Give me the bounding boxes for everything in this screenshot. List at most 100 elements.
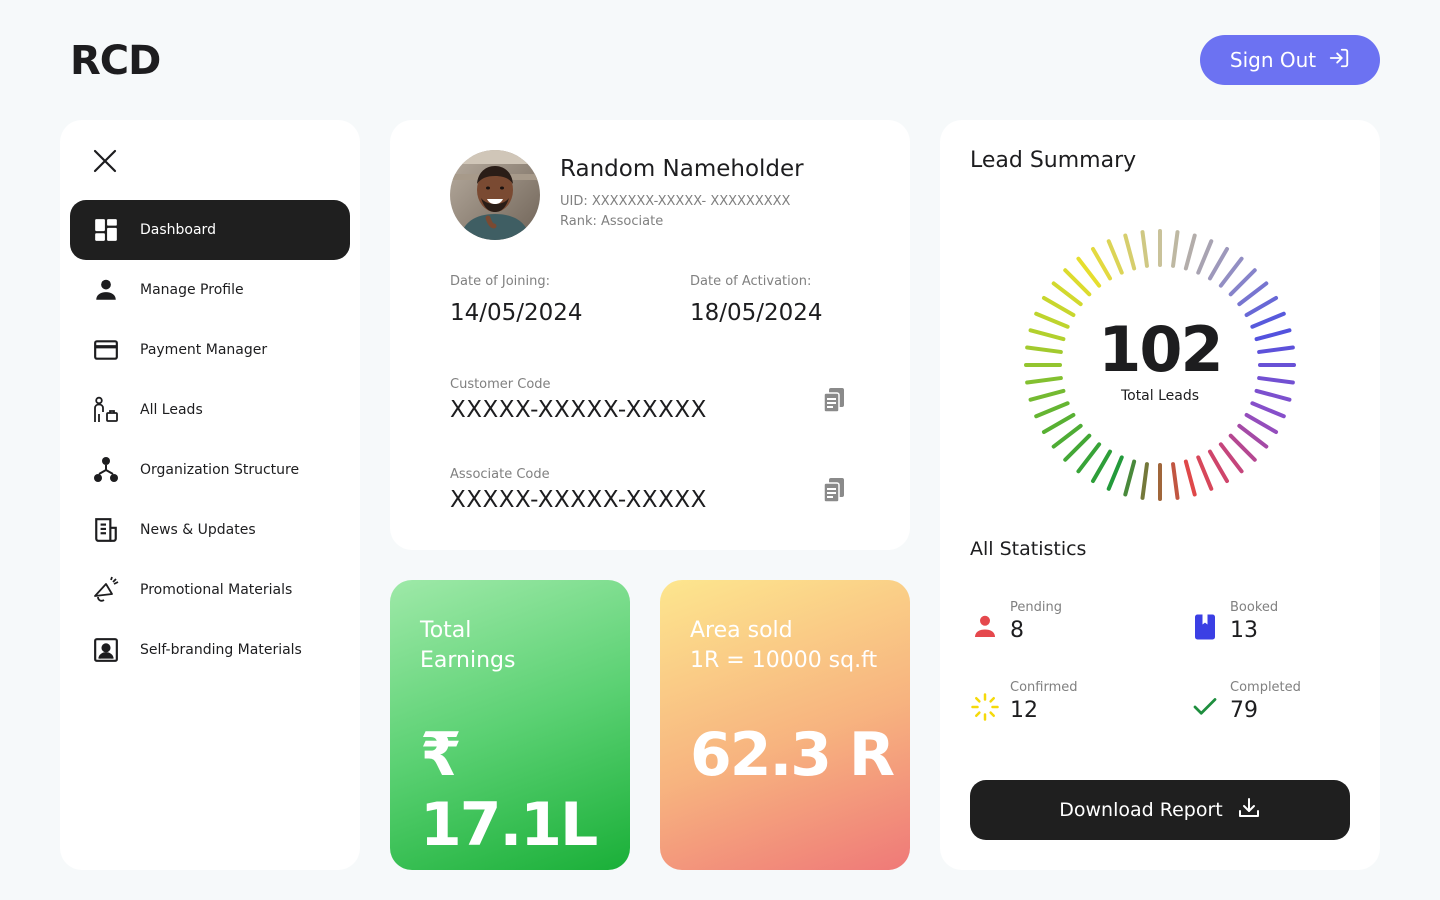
sidebar-item-all-leads[interactable]: All Leads [70, 380, 350, 440]
gauge-tick [1091, 449, 1112, 484]
customer-code-value: XXXXX-XXXXX-XXXXX [450, 397, 707, 423]
sidebar-item-label: All Leads [140, 402, 203, 418]
gauge-tick [1237, 423, 1269, 449]
sidebar-item-promotional-materials[interactable]: Promotional Materials [70, 560, 350, 620]
stat-completed: Completed 79 [1190, 680, 1370, 730]
gauge-tick [1106, 455, 1124, 491]
sign-out-label: Sign Out [1229, 48, 1317, 72]
gauge-tick [1051, 281, 1083, 307]
profile-name: Random Nameholder [560, 156, 804, 182]
gauge-tick [1237, 281, 1269, 307]
gauge-tick [1076, 256, 1102, 288]
gauge-tick [1106, 239, 1124, 275]
copy-icon[interactable] [820, 385, 850, 415]
gauge-tick [1196, 239, 1214, 275]
area-sold-value: 62.3 R [690, 720, 895, 790]
sidebar-item-label: Organization Structure [140, 462, 300, 478]
gauge-tick [1228, 268, 1257, 297]
stat-booked: Booked 13 [1190, 600, 1370, 650]
gauge-tick [1051, 423, 1083, 449]
person-icon [92, 276, 120, 304]
area-sold-card: Area sold 1R = 10000 sq.ft 62.3 R [660, 580, 910, 870]
sidebar-item-label: Manage Profile [140, 282, 244, 298]
gauge-tick [1244, 413, 1279, 434]
gauge-tick [1140, 230, 1149, 268]
download-report-button[interactable]: Download Report [970, 780, 1350, 840]
associate-code-value: XXXXX-XXXXX-XXXXX [450, 487, 707, 513]
stat-value: 12 [1010, 698, 1038, 723]
gauge-tick [1196, 455, 1214, 491]
credit-card-icon [92, 336, 120, 364]
associate-code-label: Associate Code [450, 467, 550, 482]
copy-icon[interactable] [820, 475, 850, 505]
profile-rank: Rank: Associate [560, 214, 664, 229]
stat-value: 79 [1230, 698, 1258, 723]
gauge-tick [1171, 462, 1180, 500]
total-earnings-title: Total Earnings [420, 618, 516, 673]
stat-label: Confirmed [1010, 680, 1078, 695]
gauge-tick [1171, 230, 1180, 268]
stat-label: Completed [1230, 680, 1301, 695]
app-logo: RCD [70, 38, 161, 84]
stat-label: Booked [1230, 600, 1279, 615]
profile-card: Random Nameholder UID: XXXXXXX-XXXXX- XX… [390, 120, 910, 550]
sidebar-item-manage-profile[interactable]: Manage Profile [70, 260, 350, 320]
gauge-tick [1218, 442, 1244, 474]
gauge-tick [1183, 233, 1197, 271]
sidebar-item-self-branding-materials[interactable]: Self-branding Materials [70, 620, 350, 680]
loading-sparkle-icon [970, 692, 1000, 722]
gauge-tick [1140, 462, 1149, 500]
all-statistics-title: All Statistics [970, 538, 1087, 560]
stat-label: Pending [1010, 600, 1062, 615]
activation-date-label: Date of Activation: [690, 274, 812, 289]
profile-uid: UID: XXXXXXX-XXXXX- XXXXXXXXX [560, 194, 791, 209]
sidebar-item-label: Promotional Materials [140, 582, 293, 598]
news-icon [92, 516, 120, 544]
sidebar: Dashboard Manage Profile Payment Manager… [60, 120, 360, 870]
sign-in-arrow-icon [1328, 47, 1350, 74]
joining-date-value: 14/05/2024 [450, 300, 583, 326]
gauge-tick [1218, 256, 1244, 288]
activation-date-value: 18/05/2024 [690, 300, 823, 326]
total-earnings-value: ₹ 17.1L [420, 720, 598, 860]
gauge-tick [1091, 246, 1112, 281]
leads-icon [92, 396, 120, 424]
person-icon [970, 612, 1000, 642]
download-report-label: Download Report [1059, 799, 1223, 821]
stat-confirmed: Confirmed 12 [970, 680, 1150, 730]
gauge-tick [1041, 413, 1076, 434]
sidebar-item-label: Self-branding Materials [140, 642, 302, 658]
sidebar-nav: Dashboard Manage Profile Payment Manager… [70, 200, 350, 680]
joining-date-label: Date of Joining: [450, 274, 550, 289]
area-sold-title: Area sold 1R = 10000 sq.ft [690, 618, 878, 673]
sign-out-button[interactable]: Sign Out [1200, 35, 1380, 85]
bookmark-book-icon [1190, 612, 1220, 642]
close-icon[interactable] [90, 146, 120, 176]
gauge-tick [1076, 442, 1102, 474]
sidebar-item-label: News & Updates [140, 522, 256, 538]
gauge-tick [1123, 233, 1137, 271]
sidebar-item-news-updates[interactable]: News & Updates [70, 500, 350, 560]
sidebar-item-dashboard[interactable]: Dashboard [70, 200, 350, 260]
org-chart-icon [92, 456, 120, 484]
stat-pending: Pending 8 [970, 600, 1150, 650]
stat-value: 8 [1010, 618, 1024, 643]
check-icon [1190, 692, 1220, 722]
lead-summary-title: Lead Summary [970, 148, 1137, 173]
gauge-tick [1183, 459, 1197, 497]
gauge-tick [1063, 433, 1092, 462]
sidebar-item-payment-manager[interactable]: Payment Manager [70, 320, 350, 380]
total-leads-label: Total Leads [1120, 388, 1200, 404]
customer-code-label: Customer Code [450, 377, 551, 392]
gauge-tick [1034, 401, 1070, 419]
megaphone-icon [92, 576, 120, 604]
dashboard-icon [92, 216, 120, 244]
sidebar-item-organization-structure[interactable]: Organization Structure [70, 440, 350, 500]
avatar [450, 150, 540, 240]
download-icon [1237, 796, 1261, 825]
stat-value: 13 [1230, 618, 1258, 643]
gauge-tick [1063, 268, 1092, 297]
total-leads-value: 102 [1098, 313, 1223, 386]
gauge-tick [1123, 459, 1137, 497]
total-earnings-card: Total Earnings ₹ 17.1L [390, 580, 630, 870]
